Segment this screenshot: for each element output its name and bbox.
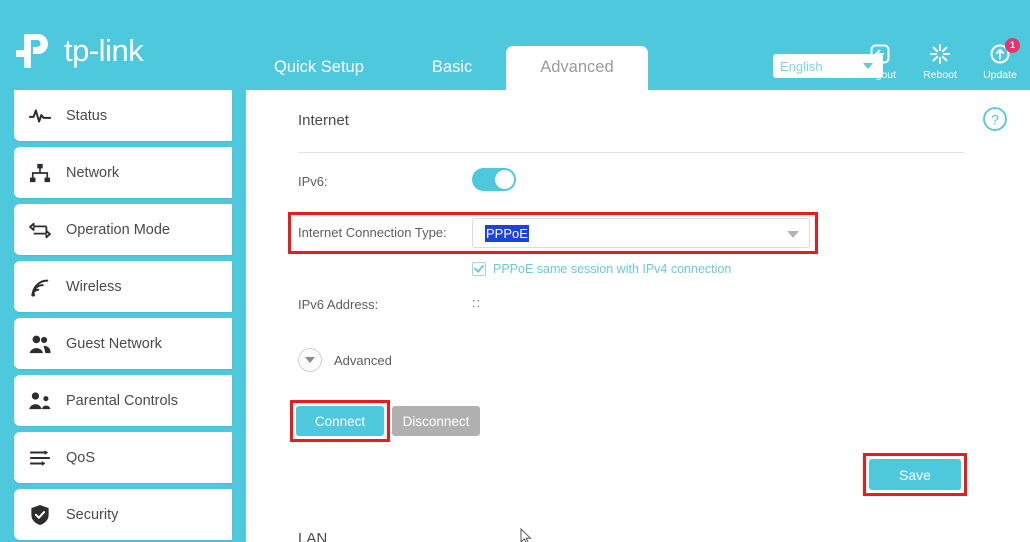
sidebar-item-label: QoS [66, 449, 96, 466]
network-tree-icon [14, 163, 66, 183]
logo-glyph [16, 34, 48, 68]
connection-type-select[interactable]: PPPoE [472, 218, 810, 248]
sidebar-item-label: Network [66, 164, 120, 181]
reboot-icon [918, 42, 962, 68]
sidebar-item-qos[interactable]: QoS [14, 432, 232, 483]
sidebar-item-wireless[interactable]: Wireless [14, 261, 232, 312]
page-header: tp-link Quick Setup Basic Advanced Engli… [0, 0, 1030, 90]
caret-down-icon [787, 231, 799, 238]
connection-type-label: Internet Connection Type: [298, 225, 447, 240]
sidebar-item-label: Wireless [66, 278, 122, 295]
sidebar-item-parental-controls[interactable]: Parental Controls [14, 375, 232, 426]
sidebar-item-label: Status [66, 107, 108, 124]
question-circle-icon[interactable]: ? [982, 106, 1008, 137]
ipv6-toggle-label: IPv6: [298, 174, 328, 189]
shield-check-icon [14, 504, 66, 526]
connect-button[interactable]: Connect [296, 406, 384, 436]
tp-link-logo-mark [14, 30, 58, 72]
reboot-label: Reboot [923, 69, 957, 81]
logout-label: Logout [863, 69, 897, 81]
same-session-checkbox-row[interactable]: PPPoE same session with IPv4 connection [472, 262, 731, 276]
update-label: Update [983, 69, 1017, 81]
ipv6-address-value: :: [472, 295, 482, 310]
logout-icon [858, 42, 902, 68]
top-navigation: Quick Setup Basic Advanced [240, 46, 648, 90]
connection-type-value: PPPoE [485, 224, 529, 242]
sidebar-item-operation-mode[interactable]: Operation Mode [14, 204, 232, 255]
svg-text:?: ? [991, 112, 999, 128]
sidebar-item-label: Guest Network [66, 335, 162, 352]
same-session-label: PPPoE same session with IPv4 connection [493, 262, 732, 276]
disconnect-button: Disconnect [392, 406, 480, 436]
save-button[interactable]: Save [869, 459, 961, 490]
sliders-icon [14, 448, 66, 468]
router-admin-page: tp-link Quick Setup Basic Advanced Engli… [0, 0, 1030, 542]
tp-link-logo: tp-link [14, 30, 144, 72]
wifi-signal-icon [14, 277, 66, 297]
sidebar-item-status[interactable]: Status [14, 90, 232, 141]
chevron-down-circle-icon [298, 348, 322, 372]
tab-basic[interactable]: Basic [398, 46, 506, 90]
reboot-button[interactable]: Reboot [918, 42, 962, 81]
section-title-lan: LAN [298, 530, 328, 542]
advanced-expander[interactable]: Advanced [298, 348, 392, 372]
ipv6-toggle-knob [495, 170, 514, 189]
parent-child-icon [14, 391, 66, 411]
tp-link-logo-text: tp-link [64, 33, 144, 68]
tab-quick-setup[interactable]: Quick Setup [240, 46, 398, 90]
sidebar-item-label: Parental Controls [66, 392, 179, 409]
logout-button[interactable]: Logout [858, 42, 902, 81]
section-title-internet: Internet [298, 112, 349, 129]
sidebar-item-guest-network[interactable]: Guest Network [14, 318, 232, 369]
ipv6-address-label: IPv6 Address: [298, 297, 379, 312]
section-divider [298, 152, 964, 153]
arrows-loop-icon [14, 220, 66, 240]
update-button[interactable]: 1 Update [978, 38, 1022, 81]
sidebar-item-security[interactable]: Security [14, 489, 232, 540]
update-badge: 1 [1005, 38, 1020, 53]
ipv6-toggle[interactable] [472, 168, 516, 191]
sidebar-item-network[interactable]: Network [14, 147, 232, 198]
same-session-checkbox[interactable] [472, 262, 486, 276]
header-actions: Logout Reboot 1 Update [858, 38, 1022, 81]
sidebar-item-label: Operation Mode [66, 221, 170, 238]
sidebar-item-label: Security [66, 506, 119, 523]
advanced-expander-label: Advanced [334, 352, 392, 368]
users-group-icon [14, 334, 66, 354]
content-panel: ? Internet IPv6: Internet Connection Typ… [246, 90, 1030, 542]
pulse-icon [14, 107, 66, 125]
sidebar: Status Network Operation Mode Wireless G… [0, 90, 240, 542]
language-select-value: English [780, 58, 823, 74]
tab-advanced[interactable]: Advanced [506, 46, 648, 90]
